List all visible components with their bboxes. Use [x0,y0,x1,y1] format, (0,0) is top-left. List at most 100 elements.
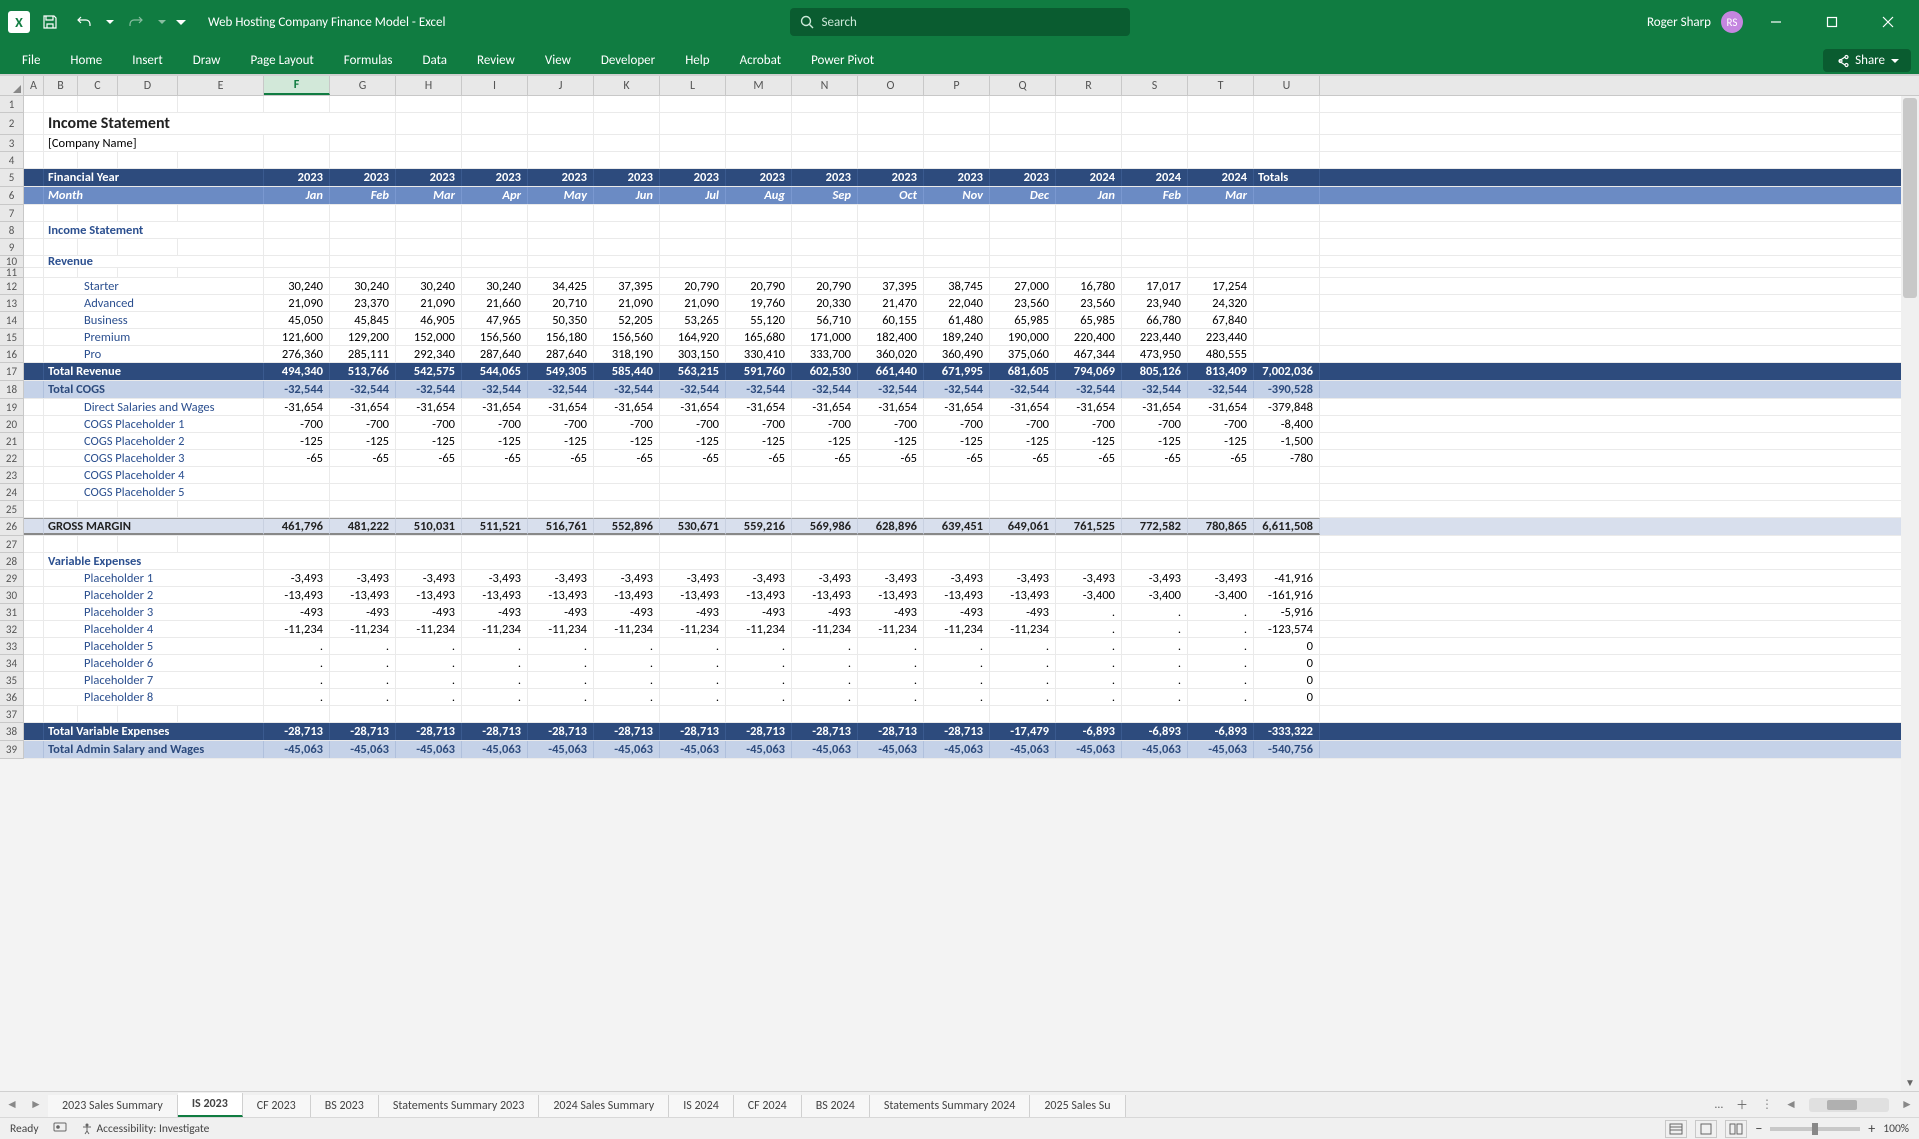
cell-Q[interactable] [990,268,1056,277]
cell-J[interactable] [528,239,594,255]
cell-S[interactable] [1122,239,1188,255]
cell-val-9[interactable]: 628,896 [858,518,924,535]
row-header-16[interactable]: 16 [0,346,23,363]
fy-0[interactable]: 2023 [264,169,330,186]
hscroll-right-arrow-icon[interactable]: ► [1895,1093,1919,1117]
row-label[interactable]: Direct Salaries and Wages [44,399,264,415]
cell-val-14[interactable]: . [1188,672,1254,688]
cell-K[interactable] [594,536,660,552]
cell-P[interactable] [924,205,990,221]
cell-val-3[interactable]: 47,965 [462,312,528,328]
cell-val-7[interactable]: -31,654 [726,399,792,415]
cell-val-1[interactable]: -28,713 [330,723,396,740]
cell-val-8[interactable]: 171,000 [792,329,858,345]
cell-val-10[interactable]: -3,493 [924,570,990,586]
column-header-C[interactable]: C [78,76,118,95]
cell-val-10[interactable]: . [924,638,990,654]
column-header-D[interactable]: D [118,76,178,95]
cell-val-6[interactable]: . [660,638,726,654]
cell-total[interactable]: -161,916 [1254,587,1320,603]
cell-val-4[interactable]: -32,544 [528,381,594,398]
cell-L[interactable] [660,239,726,255]
cell-val-11[interactable] [990,467,1056,483]
row-header-2[interactable]: 2 [0,113,23,135]
cell-val-8[interactable]: -28,713 [792,723,858,740]
cell-L[interactable] [660,706,726,722]
cell-G[interactable] [330,501,396,517]
row-header-25[interactable]: 25 [0,501,23,518]
cell-val-11[interactable]: 649,061 [990,518,1056,535]
cell-val-3[interactable]: -13,493 [462,587,528,603]
ribbon-tab-insert[interactable]: Insert [118,47,177,74]
cell-O[interactable] [858,152,924,168]
cell-val-2[interactable]: -3,493 [396,570,462,586]
cell-val-7[interactable]: -32,544 [726,381,792,398]
cell-val-9[interactable]: -65 [858,450,924,466]
cell-M[interactable] [726,152,792,168]
ribbon-tab-power-pivot[interactable]: Power Pivot [797,47,888,74]
cell-C[interactable] [78,152,118,168]
cell-val-11[interactable]: . [990,655,1056,671]
cell-val-10[interactable]: . [924,672,990,688]
cell-val-9[interactable]: -3,493 [858,570,924,586]
cell-E[interactable] [178,152,264,168]
cell-val-2[interactable]: 292,340 [396,346,462,362]
cell-val-6[interactable]: 303,150 [660,346,726,362]
sheet-tabs-overflow-icon[interactable]: … [1709,1098,1729,1112]
cell-val-9[interactable]: 661,440 [858,363,924,380]
row-header-29[interactable]: 29 [0,570,23,587]
column-header-N[interactable]: N [792,76,858,95]
cell-A[interactable] [24,638,44,654]
column-header-H[interactable]: H [396,76,462,95]
cell-O[interactable] [858,501,924,517]
row-header-19[interactable]: 19 [0,399,23,416]
cell-val-9[interactable] [858,467,924,483]
cell-total[interactable]: -379,848 [1254,399,1320,415]
column-header-U[interactable]: U [1254,76,1320,95]
cell-val-2[interactable]: -11,234 [396,621,462,637]
fy-6[interactable]: 2023 [660,169,726,186]
zoom-level[interactable]: 100% [1883,1122,1909,1136]
row-label[interactable]: Placeholder 4 [44,621,264,637]
sheet-tab-statements-summary-2024[interactable]: Statements Summary 2024 [870,1095,1031,1117]
cell-val-9[interactable]: 360,020 [858,346,924,362]
cell-val-13[interactable]: -6,893 [1122,723,1188,740]
cell-A[interactable] [24,655,44,671]
cell-A[interactable] [24,278,44,294]
cell-U[interactable] [1254,536,1320,552]
cell-U[interactable] [1254,205,1320,221]
cell-val-7[interactable]: -493 [726,604,792,620]
cell-val-0[interactable]: . [264,638,330,654]
fy-1[interactable]: 2023 [330,169,396,186]
cell-total[interactable] [1254,484,1320,500]
cell-A[interactable] [24,484,44,500]
ribbon-tab-developer[interactable]: Developer [587,47,669,74]
cell-A[interactable] [24,672,44,688]
cell-val-7[interactable]: . [726,655,792,671]
cell-val-1[interactable]: -45,063 [330,741,396,758]
cell-val-12[interactable]: 23,560 [1056,295,1122,311]
cell-val-1[interactable]: 129,200 [330,329,396,345]
new-sheet-button[interactable]: ＋ [1729,1096,1755,1113]
cell-val-3[interactable] [462,484,528,500]
cell-val-6[interactable]: 21,090 [660,295,726,311]
cell-B[interactable] [44,96,78,112]
cell-val-0[interactable]: -3,493 [264,570,330,586]
cell-val-9[interactable]: -45,063 [858,741,924,758]
cell-val-6[interactable]: . [660,689,726,705]
cell-val-10[interactable]: -125 [924,433,990,449]
cell-E[interactable] [178,501,264,517]
cell-total[interactable]: -8,400 [1254,416,1320,432]
cell-val-6[interactable]: -32,544 [660,381,726,398]
cell-H[interactable] [396,536,462,552]
cell-B[interactable] [44,706,78,722]
cell-A[interactable] [24,501,44,517]
cell-val-6[interactable]: -11,234 [660,621,726,637]
cell-val-2[interactable]: . [396,672,462,688]
cell-total[interactable]: -390,528 [1254,381,1320,398]
cell-val-13[interactable]: 223,440 [1122,329,1188,345]
ribbon-tab-formulas[interactable]: Formulas [330,47,407,74]
row-label[interactable]: Placeholder 3 [44,604,264,620]
cell-L[interactable] [660,268,726,277]
cell-val-2[interactable]: 510,031 [396,518,462,535]
